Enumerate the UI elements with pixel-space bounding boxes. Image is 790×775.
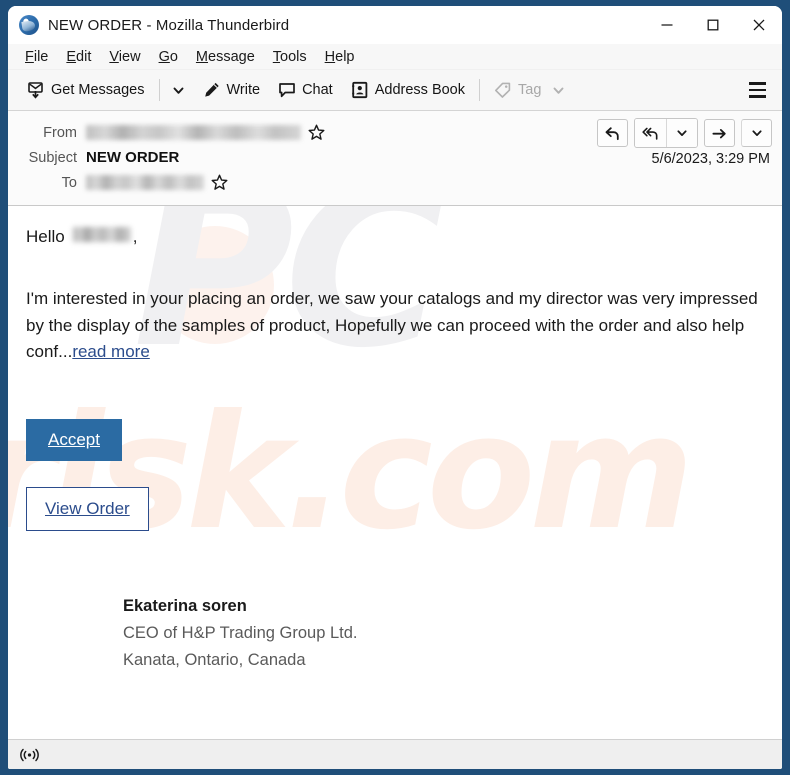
chat-label: Chat [302, 82, 333, 98]
signature-location: Kanata, Ontario, Canada [123, 650, 306, 669]
view-order-button-label: View Order [45, 499, 130, 519]
hamburger-line [748, 88, 766, 92]
message-body-content: Hello , I'm interested in your placing a… [26, 224, 764, 674]
get-messages-button[interactable]: Get Messages [20, 77, 152, 103]
greeting-suffix: , [132, 227, 138, 246]
reply-arrow-icon [605, 126, 619, 140]
reply-all-arrow-icon [641, 127, 657, 140]
address-book-label: Address Book [374, 82, 465, 98]
window-controls [644, 6, 782, 44]
forward-button[interactable] [704, 119, 735, 147]
message-date: 5/6/2023, 3:29 PM [651, 151, 771, 167]
signature-name: Ekaterina soren [123, 597, 247, 616]
write-button[interactable]: Write [196, 77, 268, 103]
hamburger-line [748, 82, 766, 85]
star-outline-icon[interactable] [308, 124, 325, 141]
maximize-icon [707, 19, 719, 31]
thunderbird-icon [19, 15, 39, 35]
more-actions-dropdown-button[interactable] [741, 119, 772, 147]
message-header: From Subject NEW ORDER To 5/6/2023, 3:29… [8, 111, 782, 206]
message-header-to-row: To [18, 170, 772, 195]
reply-all-group [634, 118, 698, 148]
message-actions [597, 118, 772, 148]
view-order-button[interactable]: View Order [26, 487, 149, 532]
minimize-button[interactable] [644, 6, 690, 44]
pencil-icon [204, 82, 219, 97]
menu-item-file[interactable]: File [17, 47, 56, 67]
reply-all-dropdown-button[interactable] [666, 119, 697, 147]
menu-item-edit[interactable]: Edit [58, 47, 99, 67]
get-messages-dropdown-button[interactable] [167, 80, 190, 101]
email-signature: Ekaterina soren CEO of H&P Trading Group… [26, 593, 764, 673]
address-book-icon [351, 81, 368, 99]
chevron-down-icon [553, 87, 564, 94]
reply-button[interactable] [597, 119, 628, 147]
rss-broadcast-icon [19, 748, 39, 761]
menu-item-go[interactable]: Go [151, 47, 186, 67]
tag-label: Tag [518, 82, 542, 98]
chat-button[interactable]: Chat [271, 77, 340, 103]
menu-bar: File Edit View Go Message Tools Help [8, 44, 782, 70]
title-bar: NEW ORDER - Mozilla Thunderbird [8, 6, 782, 44]
chevron-down-icon [173, 87, 183, 94]
greeting-line: Hello , [26, 224, 764, 250]
chevron-down-icon [751, 130, 762, 136]
window-title: NEW ORDER - Mozilla Thunderbird [48, 16, 290, 34]
forward-arrow-icon [712, 128, 726, 138]
greeting-prefix: Hello [26, 227, 65, 246]
status-bar [8, 739, 782, 769]
to-label: To [61, 174, 77, 191]
to-address-redacted [86, 175, 204, 190]
address-book-button[interactable]: Address Book [344, 77, 472, 103]
chevron-down-icon [677, 130, 687, 136]
close-icon [753, 19, 765, 31]
menu-item-view[interactable]: View [101, 47, 148, 67]
main-toolbar: Get Messages Write Chat Address Book Tag [8, 70, 782, 111]
tag-icon [495, 82, 511, 98]
chat-bubble-icon [279, 83, 295, 98]
get-messages-label: Get Messages [51, 82, 145, 98]
subject-label: Subject [28, 149, 77, 166]
menu-item-message[interactable]: Message [188, 47, 263, 67]
minimize-icon [661, 24, 673, 26]
from-label: From [43, 124, 77, 141]
accept-button[interactable]: Accept [26, 419, 122, 462]
toolbar-separator-1 [158, 79, 160, 101]
message-body: PC risk.com Hello , I'm interested in yo… [8, 206, 782, 739]
download-mail-icon [28, 82, 43, 99]
thunderbird-window: NEW ORDER - Mozilla Thunderbird File Edi… [8, 6, 782, 769]
accept-button-label: Accept [48, 430, 100, 450]
reply-all-button[interactable] [635, 119, 666, 147]
app-menu-button[interactable] [744, 78, 770, 102]
subject-value: NEW ORDER [86, 149, 180, 166]
to-value [86, 174, 228, 191]
star-outline-icon[interactable] [211, 174, 228, 191]
tag-button[interactable]: Tag [487, 77, 572, 103]
hamburger-line [748, 95, 766, 98]
message-paragraph: I'm interested in your placing an order,… [26, 286, 764, 365]
write-label: Write [226, 82, 261, 98]
menu-item-tools[interactable]: Tools [265, 47, 315, 67]
greeting-name-redacted [72, 227, 131, 242]
menu-item-help[interactable]: Help [317, 47, 363, 67]
signature-title: CEO of H&P Trading Group Ltd. [123, 624, 358, 643]
toolbar-separator-2 [479, 79, 480, 101]
maximize-button[interactable] [690, 6, 736, 44]
from-address-redacted [86, 125, 301, 140]
close-button[interactable] [736, 6, 782, 44]
from-value [86, 124, 325, 141]
rss-broadcast-button[interactable] [16, 744, 42, 766]
read-more-link[interactable]: read more [72, 342, 149, 361]
